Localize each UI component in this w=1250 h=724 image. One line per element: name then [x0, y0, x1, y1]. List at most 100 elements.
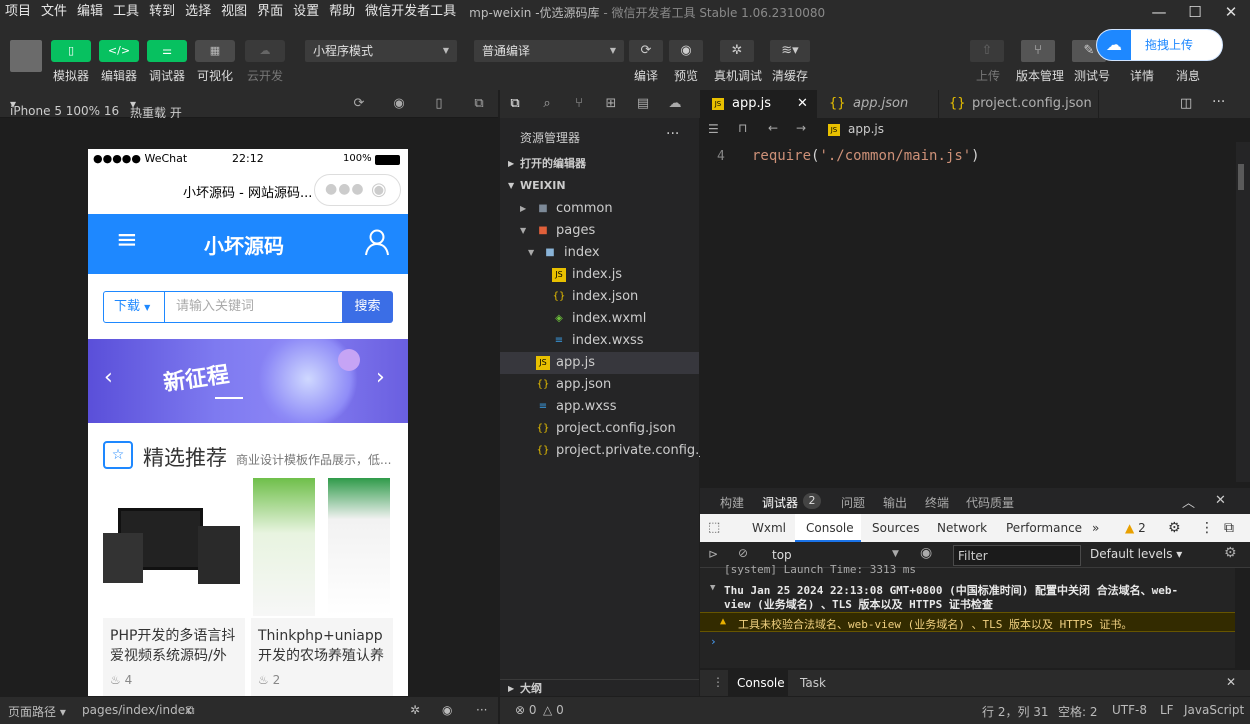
context-select[interactable]: top ▼ [766, 545, 906, 565]
more-icon[interactable]: ··· [666, 126, 679, 142]
cloud-dev-button[interactable]: ☁ [245, 40, 285, 62]
minimize-icon[interactable]: — [1142, 0, 1176, 24]
copy-icon[interactable]: ⧉ [186, 703, 195, 718]
banner-carousel[interactable]: 新征程 ‹ › [88, 339, 408, 423]
tab-terminal[interactable]: 终端 [925, 494, 949, 511]
editor-toggle-button[interactable]: </> [99, 40, 139, 62]
extensions-icon[interactable]: ⊞ [602, 95, 620, 113]
search-button[interactable]: 搜索 [342, 291, 393, 323]
menu-wechat-devtools[interactable]: 微信开发者工具 [360, 0, 461, 24]
tab-network[interactable]: Network [937, 514, 987, 542]
clear-console-icon[interactable]: ⊘ [738, 546, 748, 560]
tab-problems[interactable]: 问题 [841, 494, 865, 511]
sidebar-toggle-icon[interactable]: ⊳ [708, 547, 718, 561]
breadcrumb-file[interactable]: app.js [848, 122, 884, 136]
log-levels-select[interactable]: Default levels ▾ [1090, 547, 1182, 561]
debugger-toggle-button[interactable]: ⚌ [147, 40, 187, 62]
cloud-icon[interactable]: ☁ [666, 95, 684, 113]
open-editors-section[interactable]: ▶ 打开的编辑器 [500, 153, 699, 175]
menu-interface[interactable]: 界面 [252, 0, 288, 24]
tab-build[interactable]: 构建 [720, 494, 744, 511]
code-editor[interactable]: 4 require('./common/main.js') [700, 142, 1236, 482]
tree-file-index-json[interactable]: {} index.json [500, 286, 699, 308]
tab-project-config[interactable]: {} project.config.json [939, 90, 1099, 118]
chevron-right-icon[interactable]: › [376, 365, 385, 390]
tab-code-quality[interactable]: 代码质量 [966, 494, 1014, 511]
menu-select[interactable]: 选择 [180, 0, 216, 24]
preview-button[interactable]: ◉ [669, 40, 703, 62]
menu-tools[interactable]: 工具 [108, 0, 144, 24]
chevron-down-icon[interactable]: ▼ [710, 583, 715, 593]
tab-debugger[interactable]: 调试器 [762, 494, 798, 511]
menu-edit[interactable]: 编辑 [72, 0, 108, 24]
encoding[interactable]: UTF-8 [1112, 703, 1147, 717]
split-editor-icon[interactable]: ◫ [1180, 96, 1192, 111]
product-card[interactable]: PHP开发的多语言抖 爱视频系统源码/外 ♨ 4 [103, 478, 245, 696]
drawer-tab-console[interactable]: Console [737, 676, 785, 690]
tab-wxml[interactable]: Wxml [752, 514, 786, 542]
close-window-icon[interactable]: ✕ [1214, 0, 1248, 24]
menu-goto[interactable]: 转到 [144, 0, 180, 24]
more-vertical-icon[interactable]: ⋮ [1200, 514, 1214, 542]
more-tabs-icon[interactable]: » [1092, 514, 1099, 542]
remote-debug-button[interactable]: ✲ [720, 40, 754, 62]
phone-icon[interactable]: ▯ [430, 95, 448, 113]
drawer-tab-task[interactable]: Task [800, 676, 826, 690]
maximize-icon[interactable]: ☐ [1178, 0, 1212, 24]
tab-output[interactable]: 输出 [883, 494, 907, 511]
indentation[interactable]: 空格: 2 [1058, 703, 1098, 720]
close-miniprogram-icon[interactable]: ◉ [371, 179, 387, 200]
messages-label[interactable]: 消息 [1168, 67, 1208, 84]
capsule-menu[interactable]: ●●● ◉ [314, 174, 401, 206]
list-icon[interactable]: ☰ [708, 122, 719, 136]
arrow-left-icon[interactable]: ← [768, 121, 778, 135]
undock-icon[interactable]: ⧉ [1224, 514, 1234, 542]
eye-icon[interactable]: ◉ [920, 545, 932, 561]
hot-reload-toggle[interactable]: 热重载 开 ▾ [130, 97, 182, 120]
mode-select[interactable]: 小程序模式 ▼ [305, 40, 457, 62]
chevron-left-icon[interactable]: ‹ [104, 365, 113, 390]
menu-help[interactable]: 帮助 [324, 0, 360, 24]
tree-file-app-json[interactable]: {} app.json [500, 374, 699, 396]
settings-icon[interactable]: ⚙ [1224, 545, 1237, 561]
tree-file-app-wxss[interactable]: ≡ app.wxss [500, 396, 699, 418]
chevron-up-icon[interactable]: ︿ [1182, 492, 1195, 511]
avatar[interactable] [10, 40, 42, 72]
menu-icon[interactable]: ≡ [116, 227, 138, 253]
tab-console[interactable]: Console [806, 514, 854, 542]
menu-project[interactable]: 项目 [0, 0, 36, 24]
more-vertical-icon[interactable]: ⋮ [712, 675, 724, 689]
page-path-select[interactable]: 页面路径 ▾ [8, 703, 66, 720]
details-label[interactable]: 详情 [1122, 67, 1162, 84]
files-icon[interactable]: ⧉ [506, 95, 524, 113]
version-button[interactable]: ⑂ [1021, 40, 1055, 62]
close-panel-icon[interactable]: ✕ [1215, 493, 1226, 508]
tree-file-index-js[interactable]: JS index.js [500, 264, 699, 286]
tab-sources[interactable]: Sources [872, 514, 919, 542]
tree-file-project-config[interactable]: {} project.config.json [500, 418, 699, 440]
tab-performance[interactable]: Performance [1006, 514, 1082, 542]
more-icon[interactable]: ··· [1212, 94, 1225, 110]
menu-view[interactable]: 视图 [216, 0, 252, 24]
settings-icon[interactable]: ⚙ [1168, 514, 1181, 542]
line-ending[interactable]: LF [1160, 703, 1174, 717]
tab-app-json[interactable]: {} app.json [817, 90, 939, 118]
tree-folder-index[interactable]: ▼ ■ index [500, 242, 699, 264]
close-tab-icon[interactable]: ✕ [797, 90, 808, 118]
close-drawer-icon[interactable]: ✕ [1226, 675, 1236, 689]
warning-count[interactable]: ▲ 2 [1125, 514, 1146, 542]
workspace-root-section[interactable]: ▼ WEIXIN [500, 175, 699, 197]
eye-icon[interactable]: ◉ [442, 703, 452, 717]
status-bar-problems[interactable]: ⊗ 0 △ 0 [500, 697, 700, 724]
simulator-toggle-button[interactable]: ▯ [51, 40, 91, 62]
clear-cache-button[interactable]: ≋▾ [770, 40, 810, 62]
download-dropdown[interactable]: 下载 ▼ [103, 291, 165, 323]
compile-button[interactable]: ⟳ [629, 40, 663, 62]
filter-input[interactable]: Filter [953, 545, 1081, 566]
visual-toggle-button[interactable]: ▦ [195, 40, 235, 62]
tree-file-app-js[interactable]: JS app.js [500, 352, 699, 374]
search-icon[interactable]: ⌕ [538, 95, 556, 113]
menu-file[interactable]: 文件 [36, 0, 72, 24]
source-control-icon[interactable]: ⑂ [570, 95, 588, 113]
device-select[interactable]: iPhone 5 100% 16 ▾ [10, 97, 119, 118]
